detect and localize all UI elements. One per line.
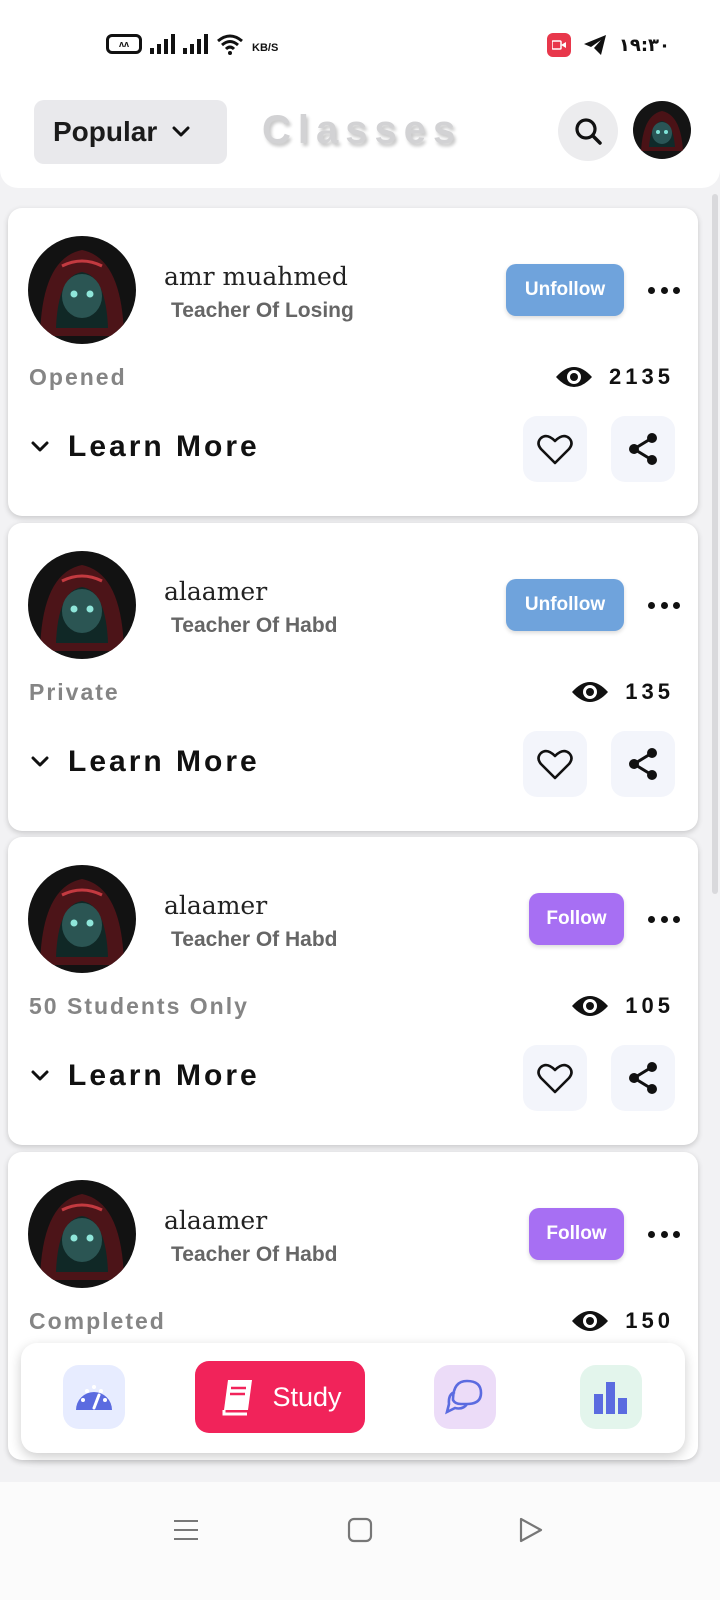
class-list[interactable]: amr muahmed Teacher Of Losing Unfollow O…: [0, 186, 720, 1482]
teacher-avatar[interactable]: [28, 865, 136, 973]
teacher-avatar[interactable]: [28, 551, 136, 659]
chevron-down-icon: [31, 756, 49, 767]
unfollow-button[interactable]: Unfollow: [506, 264, 624, 316]
vibrate-icon: ʌʌ: [106, 34, 142, 54]
teacher-title: Teacher Of Habd: [171, 1243, 338, 1266]
teacher-name[interactable]: alaamer: [164, 577, 267, 606]
like-button[interactable]: [523, 731, 587, 797]
system-nav-bar: [0, 1482, 720, 1600]
wifi-icon: [217, 34, 243, 55]
dashboard-icon: [76, 1385, 112, 1410]
teacher-title: Teacher Of Habd: [171, 928, 338, 951]
heart-icon: [537, 1063, 573, 1094]
learn-more-toggle[interactable]: Learn More: [30, 745, 260, 779]
chevron-down-icon: [31, 1070, 49, 1081]
search-icon: [575, 118, 602, 145]
views-count: 150: [625, 1308, 674, 1333]
learn-more-label: Learn More: [68, 745, 260, 778]
nav-tab-stats[interactable]: [580, 1365, 642, 1429]
class-status: Completed: [29, 1308, 166, 1334]
app-bar: Popular Classes: [0, 86, 720, 188]
heart-icon: [537, 749, 573, 780]
bottom-nav: Study: [21, 1343, 685, 1453]
learn-more-toggle[interactable]: Learn More: [30, 1059, 260, 1093]
views-count: 2135: [609, 364, 674, 389]
net-speed: KB/S: [252, 42, 279, 54]
home-square-icon: [347, 1517, 373, 1543]
class-card: alaamer Teacher Of Habd Follow 50 Studen…: [8, 837, 698, 1145]
nav-tab-study[interactable]: Study: [195, 1361, 365, 1433]
clock: ١٩:٣٠: [618, 34, 670, 56]
unfollow-button[interactable]: Unfollow: [506, 579, 624, 631]
sort-dropdown[interactable]: Popular: [34, 100, 227, 164]
nav-study-label: Study: [272, 1381, 342, 1412]
view-count: 150: [571, 1308, 674, 1334]
teacher-name[interactable]: alaamer: [164, 1206, 267, 1235]
class-status: Private: [29, 679, 120, 705]
more-options-icon[interactable]: [648, 278, 680, 302]
share-button[interactable]: [611, 416, 675, 482]
view-count: 2135: [555, 364, 674, 390]
teacher-avatar[interactable]: [28, 236, 136, 344]
sort-dropdown-label: Popular: [53, 116, 158, 147]
menu-icon: [174, 1520, 198, 1540]
eye-icon: [556, 367, 593, 387]
teacher-avatar[interactable]: [28, 1180, 136, 1288]
profile-avatar[interactable]: [633, 101, 691, 159]
status-bar-left: ʌʌ KB/S: [106, 33, 278, 55]
class-status: 50 Students Only: [29, 993, 249, 1019]
screen-record-icon: [546, 33, 571, 57]
signal-icon: [150, 34, 175, 54]
share-icon: [629, 748, 657, 780]
status-bar: ʌʌ KB/S ١٩:٣٠: [0, 0, 720, 86]
views-count: 105: [625, 993, 674, 1018]
signal-icon: [183, 34, 208, 54]
follow-button[interactable]: Follow: [529, 893, 624, 945]
recents-button[interactable]: [166, 1510, 206, 1550]
class-status: Opened: [29, 364, 127, 390]
like-button[interactable]: [523, 1045, 587, 1111]
follow-button[interactable]: Follow: [529, 1208, 624, 1260]
status-bar-right: ١٩:٣٠: [546, 33, 670, 57]
learn-more-toggle[interactable]: Learn More: [30, 430, 260, 464]
heart-icon: [537, 434, 573, 465]
nav-tab-chat[interactable]: [434, 1365, 496, 1429]
chevron-down-icon: [172, 126, 190, 137]
views-count: 135: [625, 679, 674, 704]
share-button[interactable]: [611, 1045, 675, 1111]
learn-more-label: Learn More: [68, 1059, 260, 1092]
telegram-icon: [583, 35, 606, 55]
share-button[interactable]: [611, 731, 675, 797]
more-options-icon[interactable]: [648, 1222, 680, 1246]
back-button[interactable]: [510, 1510, 550, 1550]
search-button[interactable]: [558, 101, 618, 161]
eye-icon: [572, 682, 609, 702]
chevron-down-icon: [31, 441, 49, 452]
teacher-title: Teacher Of Habd: [171, 614, 338, 637]
scrollbar[interactable]: [712, 194, 718, 894]
more-options-icon[interactable]: [648, 593, 680, 617]
teacher-title: Teacher Of Losing: [171, 299, 354, 322]
view-count: 135: [571, 679, 674, 705]
teacher-name[interactable]: alaamer: [164, 891, 267, 920]
nav-tab-dashboard[interactable]: [63, 1365, 125, 1429]
teacher-name[interactable]: amr muahmed: [164, 262, 348, 291]
learn-more-label: Learn More: [68, 430, 260, 463]
eye-icon: [572, 1311, 609, 1331]
share-icon: [629, 1062, 657, 1094]
eye-icon: [572, 996, 609, 1016]
class-card: amr muahmed Teacher Of Losing Unfollow O…: [8, 208, 698, 516]
chat-icon: [445, 1379, 483, 1415]
class-card: alaamer Teacher Of Habd Unfollow Private…: [8, 523, 698, 831]
share-icon: [629, 433, 657, 465]
more-options-icon[interactable]: [648, 907, 680, 931]
page-title: Classes: [262, 108, 463, 152]
home-button[interactable]: [340, 1510, 380, 1550]
view-count: 105: [571, 993, 674, 1019]
back-triangle-icon: [519, 1517, 543, 1543]
like-button[interactable]: [523, 416, 587, 482]
study-book-icon: [222, 1380, 253, 1416]
stats-icon: [594, 1382, 627, 1414]
